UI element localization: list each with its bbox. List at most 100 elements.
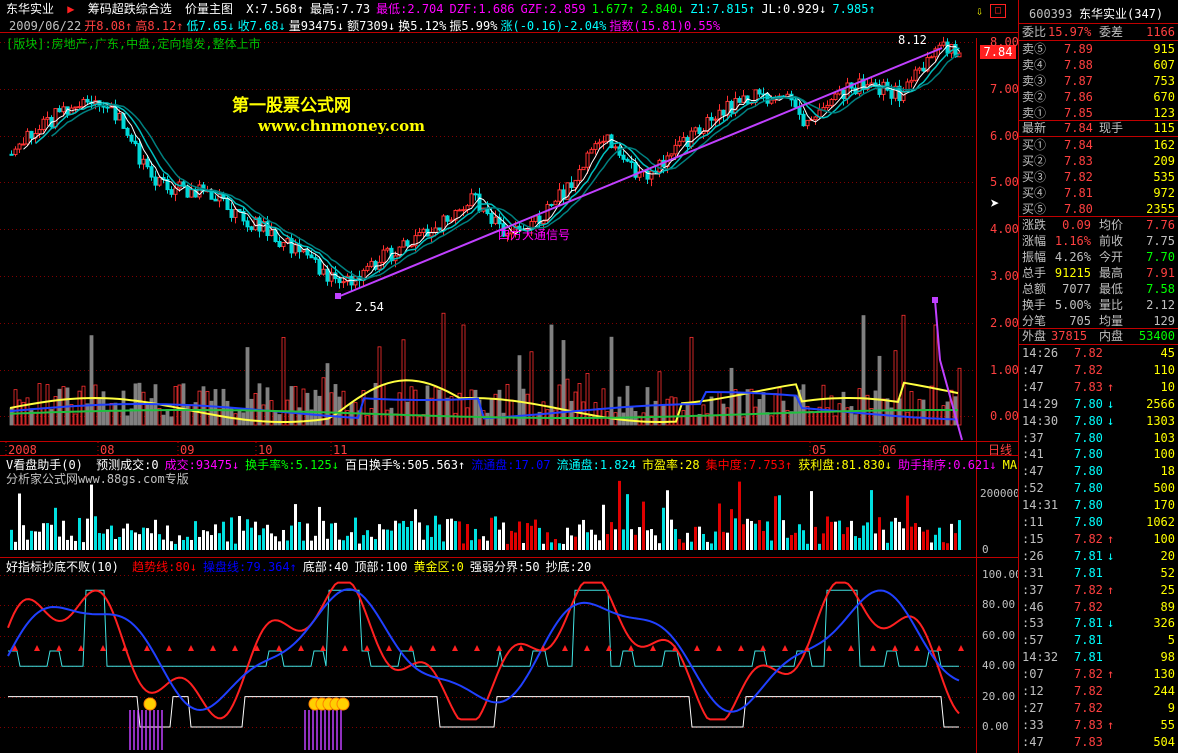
- sub1-bar: [474, 528, 477, 550]
- volume-bar: [121, 390, 126, 426]
- sub1-value-0: 预测成交:0: [96, 458, 159, 472]
- volume-bar: [525, 393, 530, 426]
- sub1-bar: [274, 536, 277, 550]
- tick-price: 7.82: [1074, 582, 1103, 597]
- chart-area[interactable]: [0, 0, 1018, 753]
- stock-name[interactable]: 东华实业: [6, 2, 54, 16]
- tick-row: :47 7.83 504: [1019, 734, 1178, 750]
- sub1-bar: [598, 540, 601, 550]
- sub2-title[interactable]: 好指标抄底不败(10): [6, 560, 119, 574]
- level-marker: [562, 645, 568, 651]
- candle-body: [553, 200, 558, 206]
- volume-bar: [45, 384, 50, 426]
- sub1-bar: [410, 521, 413, 550]
- sub1-bar: [518, 521, 521, 550]
- candle-body: [693, 127, 698, 132]
- tick-price: 7.83: [1074, 734, 1103, 749]
- last-value: 7.84: [1064, 121, 1093, 135]
- sub1-note: 分析家公式网www.88gs.com专版: [6, 472, 189, 486]
- sub1-bar: [326, 538, 329, 550]
- sub1-bar: [610, 522, 613, 550]
- stat-row: 涨幅 1.16% 前收 7.75: [1019, 233, 1178, 249]
- candle-body: [365, 265, 370, 271]
- sub1-bar: [398, 523, 401, 550]
- sub1-bar: [414, 509, 417, 550]
- level-marker: [760, 645, 766, 651]
- sub1-bar: [462, 543, 465, 550]
- sub1-bar: [318, 506, 321, 550]
- volume-bar: [293, 385, 298, 426]
- candle-body: [269, 229, 274, 237]
- volume-bar: [29, 408, 34, 426]
- weibi-label: 委比: [1022, 25, 1047, 39]
- date-label: 10: [258, 443, 273, 457]
- sub1-bar: [874, 533, 877, 550]
- candle-body: [417, 231, 422, 237]
- volume-bar: [717, 391, 722, 426]
- tick-arrow: ↑: [1107, 531, 1115, 546]
- play-icon[interactable]: ▶: [67, 2, 74, 16]
- ask-volume: 753: [1153, 74, 1175, 88]
- tick-volume: 89: [1160, 599, 1175, 614]
- candle-body: [549, 203, 554, 206]
- arrow-down-icon[interactable]: ⇩: [976, 4, 983, 18]
- candle-body: [601, 140, 606, 143]
- tick-volume: 25: [1160, 582, 1175, 597]
- tick-arrow: ↓: [1107, 413, 1115, 428]
- peak-marker: [932, 297, 938, 303]
- volume-bar: [833, 415, 838, 426]
- candle-body: [461, 209, 466, 212]
- candle-body: [129, 134, 134, 142]
- sub2-value-3: 顶部:100: [354, 560, 408, 574]
- tick-price: 7.82: [1074, 700, 1103, 715]
- sub1-bar: [338, 539, 341, 550]
- sub1-bar: [118, 536, 121, 550]
- stat-label: 总手: [1022, 266, 1047, 280]
- tick-volume: 10: [1160, 379, 1175, 394]
- sub1-bar: [570, 535, 573, 550]
- candle-body: [313, 257, 318, 260]
- sub1-value-5: 流通盘:1.824: [556, 458, 636, 472]
- tick-row: :41 7.80 100: [1019, 446, 1178, 462]
- sub1-title[interactable]: V看盘助手(0): [6, 458, 83, 472]
- header-value-3: DZF:1.686: [449, 2, 515, 16]
- sub1-bar: [790, 535, 793, 550]
- level-marker: [958, 645, 964, 651]
- tick-row: :33 7.83 ↑ 55: [1019, 717, 1178, 733]
- trendline: [339, 47, 963, 441]
- sub1-bar: [630, 529, 633, 550]
- weicha-value: 1166: [1146, 25, 1175, 39]
- sub1-bar: [134, 532, 137, 550]
- candle-body: [585, 152, 590, 168]
- tick-price: 7.82: [1074, 362, 1103, 377]
- level-marker: [232, 645, 238, 651]
- volume-bar: [497, 389, 502, 426]
- candle-body: [169, 189, 174, 195]
- volume-bar: [853, 414, 858, 426]
- volume-bar: [413, 389, 418, 426]
- volume-bar: [289, 386, 294, 426]
- sub1-bar: [530, 525, 533, 550]
- stat-value: 129: [1153, 314, 1175, 328]
- volume-bar: [709, 396, 714, 426]
- volume-bar: [437, 389, 442, 426]
- tick-row: :12 7.82 244: [1019, 683, 1178, 699]
- signal-label: 四方大通信号: [498, 228, 571, 242]
- sub1-bar: [366, 530, 369, 550]
- indicator-name[interactable]: 筹码超跌综合选: [88, 2, 172, 16]
- sub1-bar: [506, 543, 509, 550]
- volume-bar: [205, 391, 210, 426]
- sub1-bar: [818, 543, 821, 550]
- tick-time: :07: [1022, 667, 1044, 682]
- period-label[interactable]: 日线: [988, 443, 1012, 457]
- restore-icon[interactable]: □: [990, 4, 1006, 18]
- stat-label: 今开: [1099, 250, 1124, 264]
- last-label: 最新: [1022, 121, 1047, 135]
- date-label: 05: [812, 443, 827, 457]
- sub1-bar: [254, 521, 257, 550]
- candle-body: [681, 137, 686, 142]
- ask-price: 7.89: [1064, 42, 1093, 56]
- volume-bar: [277, 414, 282, 426]
- tick-row: :47 7.82 110: [1019, 362, 1178, 378]
- candle-body: [73, 106, 78, 109]
